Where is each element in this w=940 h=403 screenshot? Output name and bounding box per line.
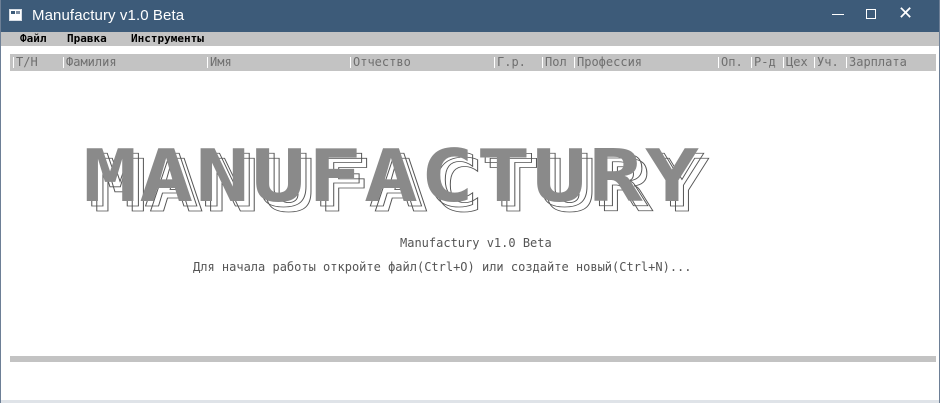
minimize-icon: [831, 13, 844, 15]
menu-tools[interactable]: Инструменты: [131, 32, 204, 46]
close-icon: ✕: [897, 3, 914, 24]
column-header-birth-year[interactable]: Г.р.: [494, 54, 526, 71]
table-header: Т/Н Фамилия Имя Отчество Г.р. Пол Профес…: [10, 54, 936, 71]
splash-hint: Для начала работы откройте файл(Ctrl+O) …: [193, 260, 692, 274]
column-header-profession[interactable]: Профессия: [573, 54, 642, 71]
column-header-section[interactable]: Уч.: [814, 54, 839, 71]
app-window: Manufactury v1.0 Beta ✕ Файл Правка Инст…: [0, 0, 940, 403]
column-header-rank[interactable]: Р-д: [751, 54, 776, 71]
status-area: [10, 362, 936, 400]
column-header-name[interactable]: Имя: [207, 54, 232, 71]
window-title: Manufactury v1.0 Beta: [32, 7, 185, 24]
column-header-patronymic[interactable]: Отчество: [350, 54, 411, 71]
splash-logo-text: MANUFACTURY: [83, 134, 702, 219]
column-header-tab-number[interactable]: Т/Н: [13, 54, 38, 71]
maximize-button[interactable]: [853, 0, 888, 28]
column-header-gender[interactable]: Пол: [542, 54, 567, 71]
column-header-operation[interactable]: Оп.: [718, 54, 743, 71]
menu-file[interactable]: Файл: [20, 32, 47, 46]
column-header-surname[interactable]: Фамилия: [63, 54, 117, 71]
maximize-icon: [865, 9, 876, 19]
column-header-workshop[interactable]: Цех: [783, 54, 808, 71]
column-header-salary[interactable]: Зарплата: [846, 54, 907, 71]
menu-separator: [1, 46, 939, 54]
close-button[interactable]: ✕: [888, 0, 923, 28]
app-window-icon: [9, 9, 22, 21]
table-content-area[interactable]: MANUFACTURY MANUFACTURY MANUFACTURY Manu…: [10, 71, 936, 356]
title-bar[interactable]: Manufactury v1.0 Beta ✕: [1, 0, 939, 32]
menu-bar: Файл Правка Инструменты: [1, 32, 939, 46]
minimize-button[interactable]: [820, 0, 855, 28]
splash-subtitle: Manufactury v1.0 Beta: [400, 236, 552, 250]
menu-edit[interactable]: Правка: [67, 32, 107, 46]
